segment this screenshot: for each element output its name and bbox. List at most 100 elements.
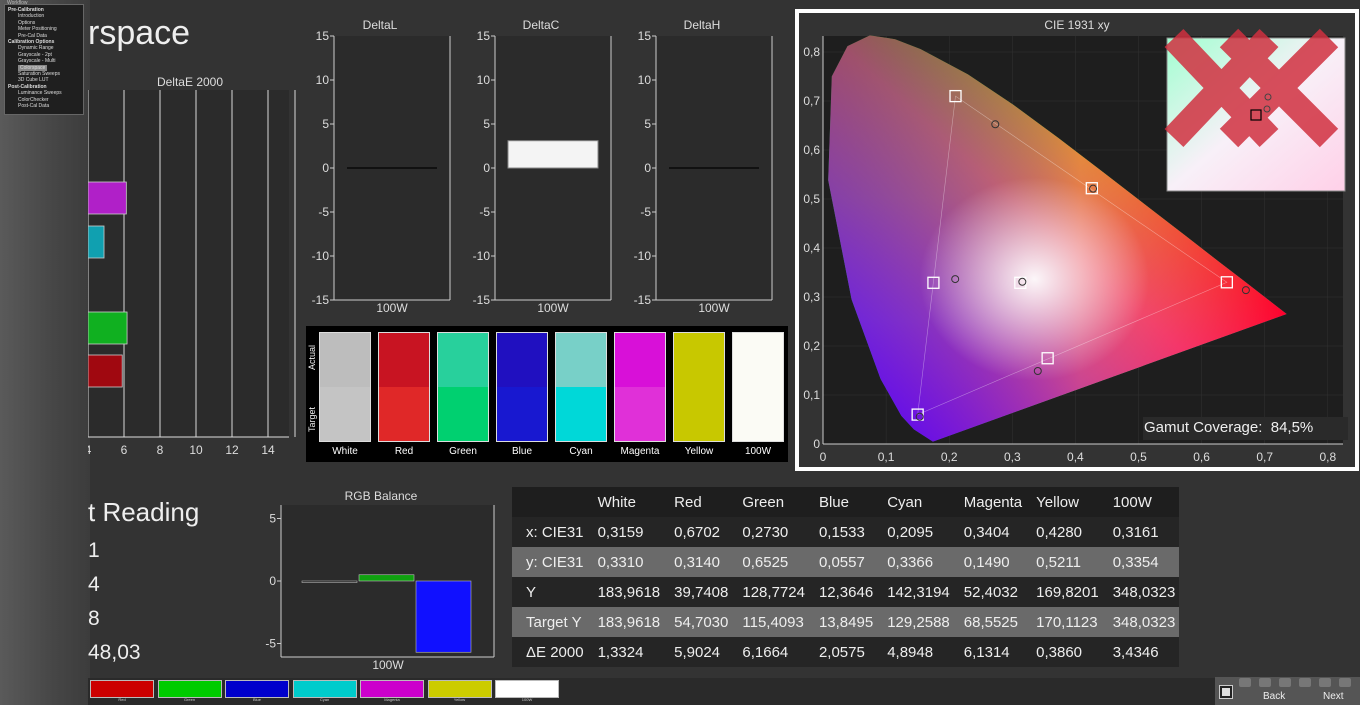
bottom-swatch-red[interactable] [90,680,154,698]
delta-bar [507,140,599,169]
reading-value-1: 1 [88,539,100,562]
stop-button[interactable] [1219,685,1233,699]
swatch-label: Yellow [684,446,714,457]
bottom-swatch-green[interactable] [157,680,222,698]
cie-ytick: 0,7 [803,94,820,108]
bottom-swatch-label: Red [118,697,126,702]
table-cell: 1,3324 [597,643,644,661]
table-row-header: y: CIE31 [526,553,584,571]
table-header-cell: Green [742,493,785,511]
table-cell: 0,3161 [1112,523,1159,541]
bottom-swatch-blue[interactable] [225,680,289,698]
swatch-label: Blue [511,446,532,457]
delta-xlabel: 100W [376,301,408,315]
delta-chart-deltac: 15 10 5 0 -5 -10 -15 100W [473,29,612,315]
rgb-ytick: -5 [265,637,276,651]
table-cell: 129,2588 [887,613,950,631]
table-cell: 6,1314 [963,643,1010,661]
delta-ytick: 5 [483,117,490,131]
delta-ytick: -15 [473,293,491,307]
delta-xlabel: 100W [698,301,730,315]
swatch-target [320,387,370,441]
cie-ytick: 0,4 [803,241,820,255]
options-button[interactable] [1319,678,1331,687]
delta-ytick: 0 [644,161,651,175]
table-cell: 68,5525 [963,613,1018,631]
cie-xtick: 0,1 [878,450,895,464]
cie-xtick: 0 [820,450,827,464]
delta-ytick: 5 [322,117,329,131]
bottom-swatch-100w[interactable] [495,680,559,698]
stop-icon [1222,688,1230,696]
deltae-xtick: 14 [261,443,275,457]
table-cell: 115,4093 [742,613,804,631]
delta-ytick: -10 [312,249,330,263]
play-button[interactable] [1259,678,1271,687]
table-row: y: CIE31 0,3310 0,3140 0,6525 0,0557 0,3366 0,… [512,547,1179,577]
table-cell: 0,6702 [674,523,721,541]
bottom-swatch-yellow[interactable] [427,680,492,698]
page-title: rspace [88,14,191,52]
cie-xtick: 0,3 [1004,450,1021,464]
rgb-ytick: 5 [269,512,276,526]
swatch-actual [615,333,665,387]
deltae-xtick: 8 [157,443,164,457]
deltae-bar-green [88,311,128,345]
workflow-item-label: Meter Positioning [18,26,57,33]
table-cell: 0,3140 [674,553,721,571]
loop-button[interactable] [1279,678,1291,687]
table-header-row: White Red Green Blue Cyan Magenta Yellow 100W [512,487,1179,517]
deltae-bar-magenta [88,181,127,215]
workflow-item-label: Options [18,19,36,26]
cie-xtick: 0,6 [1193,450,1210,464]
delta-ytick: -5 [640,205,651,219]
step-button[interactable] [1299,678,1311,687]
workflow-item-label: Introduction [18,13,45,20]
table-cell: 6,1664 [742,643,789,661]
cie-ytick: 0,2 [803,339,820,353]
deltae-chart: 4 6 8 10 12 14 [88,90,296,457]
workflow-item-label: ColorChecker [18,96,49,103]
table-header-cell: Cyan [887,493,923,511]
target-label: Target [307,406,317,432]
workflow-item-label: Luminance Sweeps [18,90,62,97]
actual-label: Actual [307,344,317,370]
workflow-item-label: Pre-Cal Data [18,32,47,39]
table-cell: 13,8495 [818,613,874,631]
swatch-actual [379,333,429,387]
reading-value-2: 4 [88,573,100,596]
delta-ytick: 0 [483,161,490,175]
table-cell: 4,8948 [887,643,934,661]
delta-chart-deltal: 15 10 5 0 -5 -10 -15 100W [312,29,451,315]
deltae-xtick: 4 [88,443,92,457]
cie-xtick: 0,5 [1130,450,1147,464]
swatch-magenta [614,332,666,442]
cie-title: CIE 1931 xy [1044,18,1109,32]
table-cell: 170,1123 [1036,613,1098,631]
workflow-item-label: Grayscale - 2pt [18,51,52,58]
table-header-cell [512,487,584,517]
workflow-item[interactable]: Post-Cal Data [8,103,80,109]
delta-ytick: 15 [638,29,652,43]
back-button[interactable]: Back [1263,691,1285,702]
reading-value-4: 48,03 [88,641,141,664]
delta-chart-deltah: 15 10 5 0 -5 -10 -15 100W [634,29,773,315]
table-cell: 0,2095 [887,523,934,541]
table-row-header: Target Y [526,613,582,631]
swatch-label: 100W [744,446,772,457]
delta-ytick: 15 [477,29,491,43]
record-button[interactable] [1239,678,1251,687]
help-button[interactable] [1339,678,1351,687]
bottom-swatch-magenta[interactable] [360,680,424,698]
next-button[interactable]: Next [1323,691,1344,702]
swatch-actual [556,333,606,387]
color-swatch-panel: Actual Target White Red Green Blue Cyan Magen… [306,326,788,462]
navigation-controls: Back Next [1215,677,1360,705]
cie-xtick: 0,4 [1067,450,1084,464]
table-cell: 12,3646 [818,583,874,601]
workflow-item-label: Dynamic Range [18,45,54,52]
swatch-blue [496,332,548,442]
bottom-swatch-cyan[interactable] [292,680,357,698]
table-cell: 39,7408 [674,583,729,601]
delta-xlabel: 100W [537,301,569,315]
